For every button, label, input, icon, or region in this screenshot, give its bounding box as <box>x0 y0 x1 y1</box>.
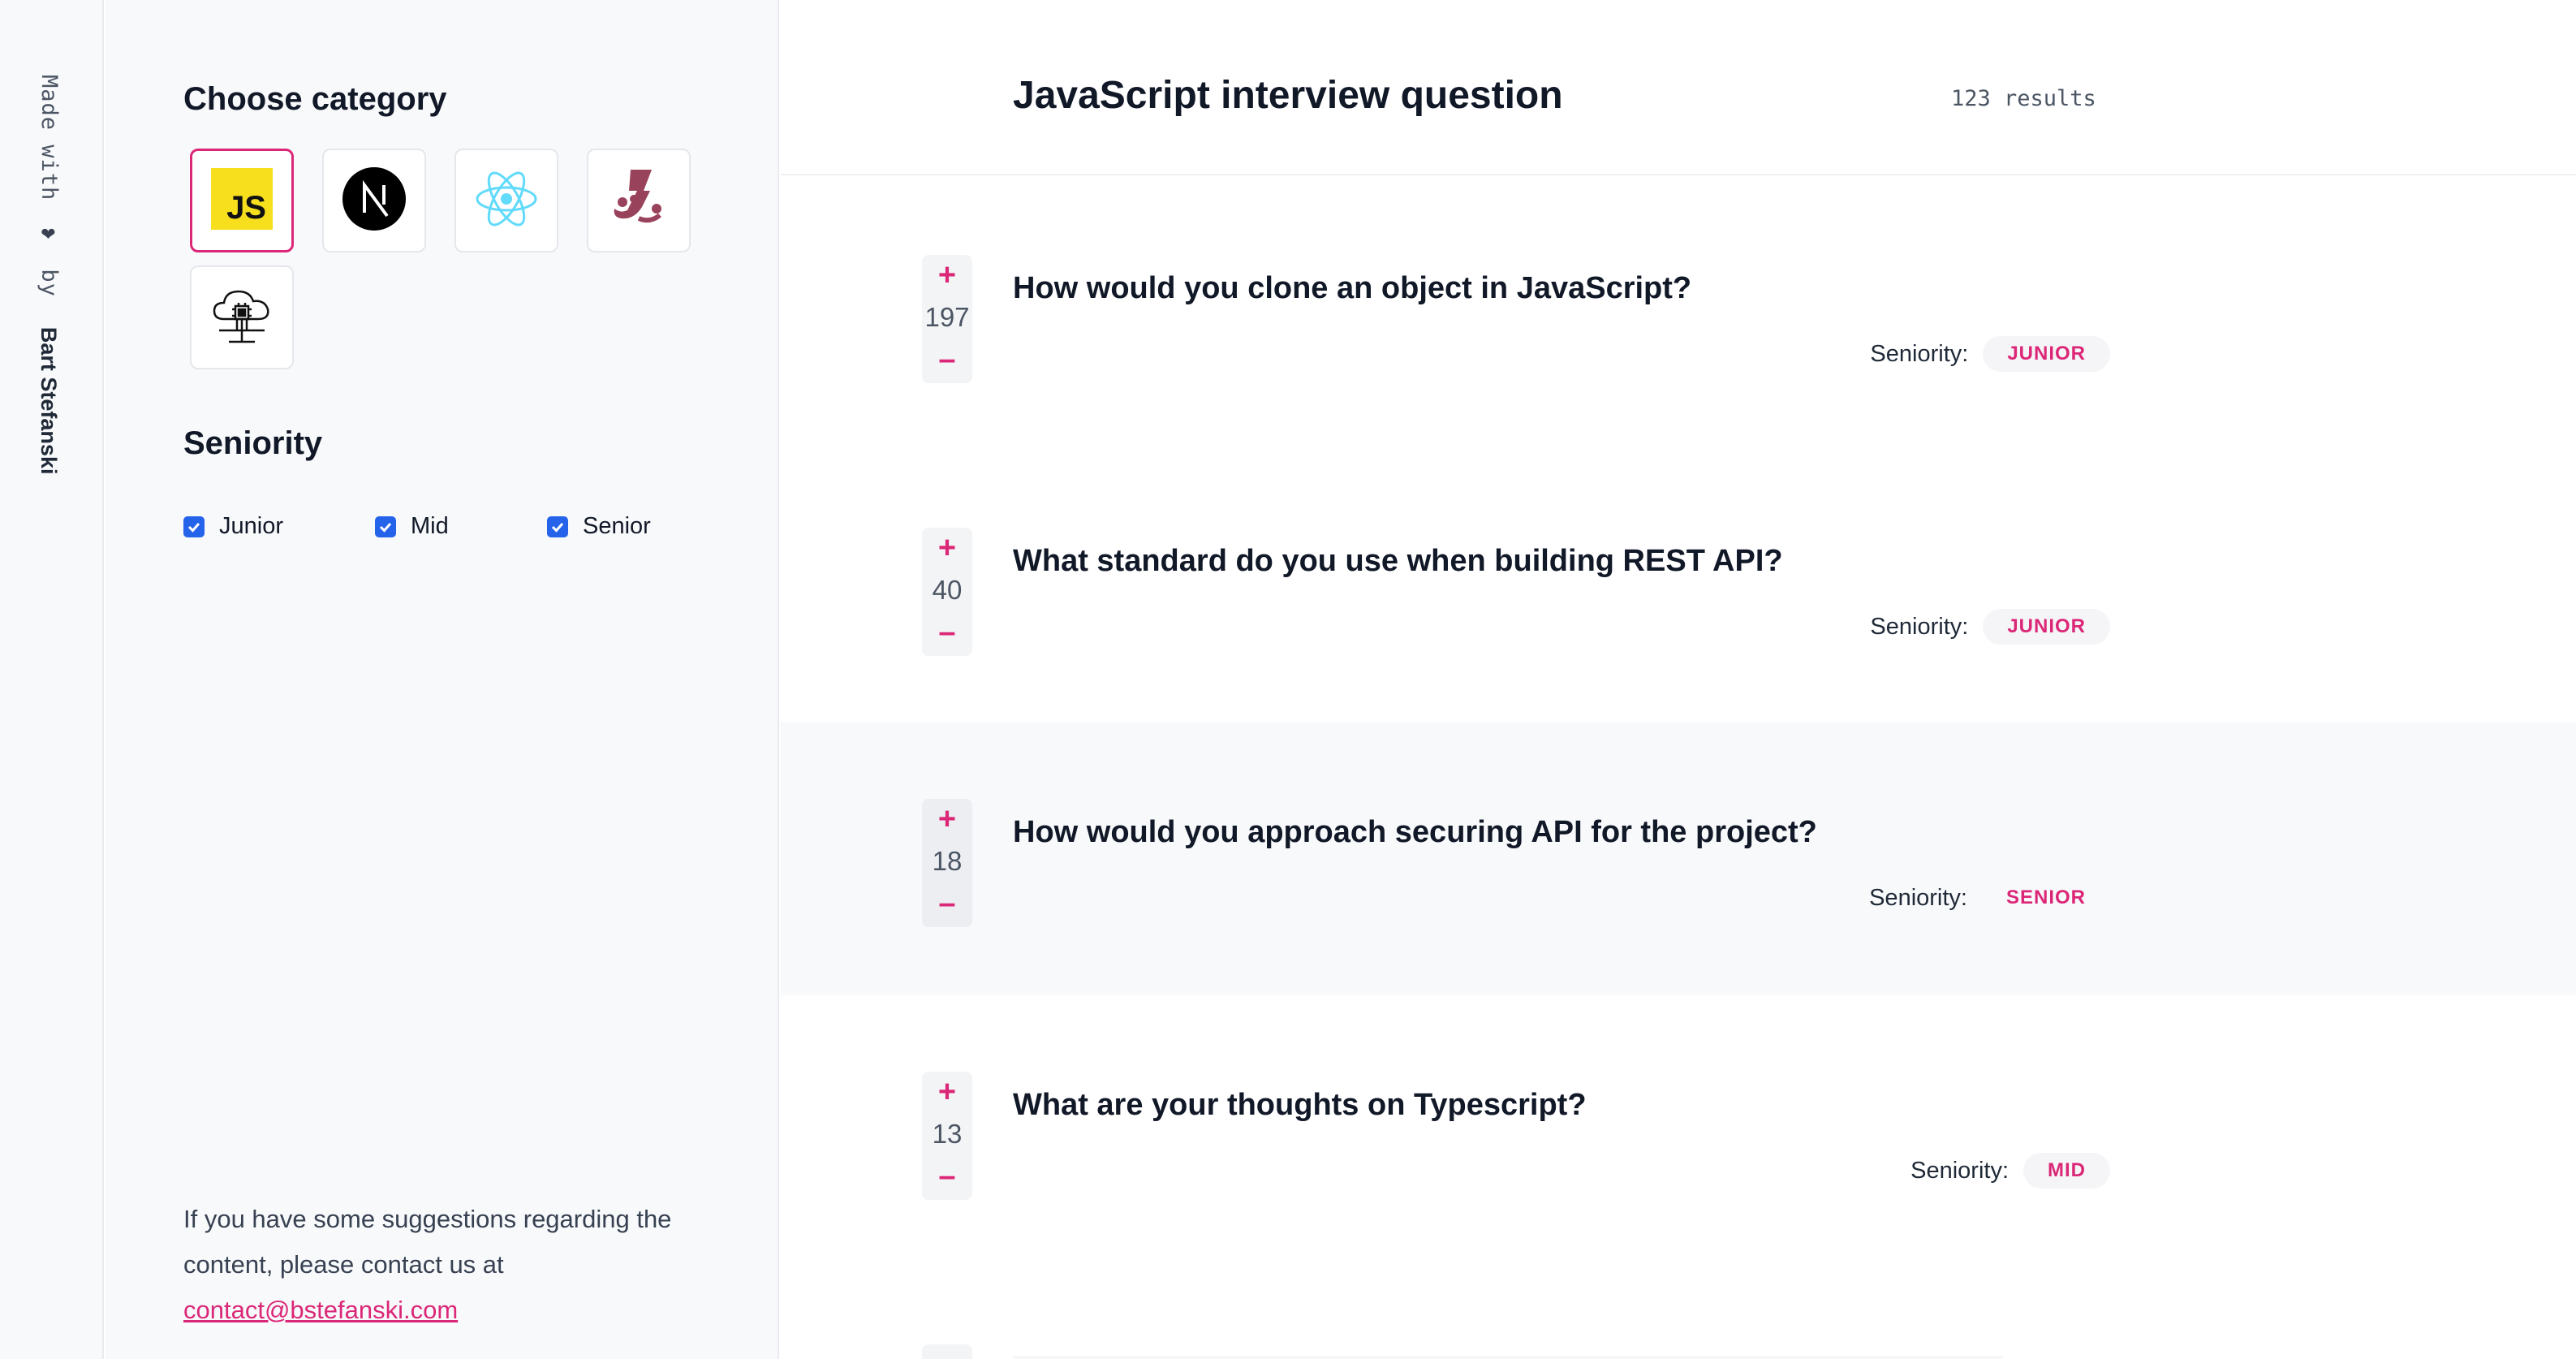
filter-mid[interactable]: Mid <box>375 513 449 540</box>
seniority-label: Seniority: <box>1869 884 1967 911</box>
vote-widget: + 40 – <box>922 528 972 656</box>
question-row[interactable]: + 40 – What standard do you use when bui… <box>781 450 2576 723</box>
vote-widget: + 18 – <box>922 799 972 927</box>
category-cloud[interactable] <box>190 265 294 369</box>
sidebar: Choose category JS Seniority Junior Mid … <box>106 0 779 1359</box>
vote-count: 13 <box>932 1119 963 1149</box>
upvote-button[interactable]: + <box>938 533 956 563</box>
by-label: by <box>37 269 62 297</box>
upvote-button[interactable]: + <box>938 260 956 291</box>
downvote-button[interactable]: – <box>938 344 955 375</box>
results-count: 123 results <box>1951 86 2096 111</box>
question-row[interactable]: + 13 – What are your thoughts on Typescr… <box>781 995 2576 1268</box>
seniority-label: Seniority: <box>1870 340 1969 367</box>
page-title: JavaScript interview question <box>1013 74 1563 117</box>
author-link[interactable]: Bart Stefanski <box>37 327 61 475</box>
category-heading: Choose category <box>183 81 447 117</box>
vote-widget: + 13 – <box>922 1072 972 1200</box>
next-vote-widget-partial <box>922 1344 972 1359</box>
filter-junior[interactable]: Junior <box>183 513 283 540</box>
junior-label: Junior <box>219 513 283 539</box>
heart-icon: ❤ <box>39 224 59 245</box>
next-row-partial <box>1013 1356 2003 1359</box>
vote-count: 40 <box>932 575 963 605</box>
category-react[interactable] <box>454 149 558 252</box>
suggestions-note: If you have some suggestions regarding t… <box>183 1197 719 1333</box>
downvote-button[interactable]: – <box>938 617 955 648</box>
upvote-button[interactable]: + <box>938 804 956 835</box>
seniority-badge: JUNIOR <box>1983 336 2110 372</box>
react-icon <box>472 165 541 237</box>
question-title[interactable]: What are your thoughts on Typescript? <box>1013 1088 1587 1123</box>
seniority-badge: JUNIOR <box>1983 609 2110 645</box>
seniority-filters: Junior Mid Senior <box>183 513 752 546</box>
seniority-heading: Seniority <box>183 425 323 461</box>
category-jest[interactable] <box>587 149 691 252</box>
question-row[interactable]: + 18 – How would you approach securing A… <box>781 723 2576 995</box>
junior-checkbox[interactable] <box>183 516 205 537</box>
vote-widget: + 197 – <box>922 255 972 383</box>
made-with-label: Made with <box>37 75 62 201</box>
category-nextjs[interactable] <box>322 149 426 252</box>
javascript-icon: JS <box>211 167 273 234</box>
seniority-badge: SENIOR <box>2005 887 2086 908</box>
question-title[interactable]: What standard do you use when building R… <box>1013 544 1783 579</box>
question-title[interactable]: How would you clone an object in JavaScr… <box>1013 271 1691 306</box>
nextjs-icon <box>342 166 406 235</box>
mid-checkbox[interactable] <box>375 516 396 537</box>
downvote-button[interactable]: – <box>938 888 955 919</box>
main-content: JavaScript interview question 123 result… <box>781 0 2576 1359</box>
mid-label: Mid <box>411 513 449 539</box>
seniority-badge: MID <box>2023 1153 2110 1189</box>
filter-senior[interactable]: Senior <box>547 513 651 540</box>
seniority-label: Seniority: <box>1870 613 1969 640</box>
svg-text:JS: JS <box>226 190 266 226</box>
category-javascript[interactable]: JS <box>190 149 294 252</box>
question-title[interactable]: How would you approach securing API for … <box>1013 815 1817 850</box>
seniority-label: Seniority: <box>1910 1157 2009 1184</box>
page-header: JavaScript interview question 123 result… <box>781 0 2576 175</box>
credit-rail: Made with ❤ by Bart Stefanski <box>0 0 104 1359</box>
upvote-button[interactable]: + <box>938 1076 956 1107</box>
vote-count: 18 <box>932 846 963 876</box>
question-meta: Seniority: MID <box>1910 1153 2110 1189</box>
contact-email-link[interactable]: contact@bstefanski.com <box>183 1296 458 1324</box>
question-meta: Seniority: JUNIOR <box>1870 609 2110 645</box>
question-row[interactable]: + 197 – How would you clone an object in… <box>781 177 2576 450</box>
vote-count: 197 <box>924 302 970 332</box>
senior-checkbox[interactable] <box>547 516 568 537</box>
question-meta: Seniority: SENIOR <box>1869 880 2110 916</box>
question-meta: Seniority: JUNIOR <box>1870 336 2110 372</box>
credit-text: Made with ❤ by Bart Stefanski <box>36 75 62 474</box>
jest-icon <box>610 166 668 235</box>
suggestions-text: If you have some suggestions regarding t… <box>183 1205 672 1279</box>
senior-label: Senior <box>583 513 651 539</box>
downvote-button[interactable]: – <box>938 1161 955 1192</box>
cloud-chip-icon <box>208 282 276 354</box>
